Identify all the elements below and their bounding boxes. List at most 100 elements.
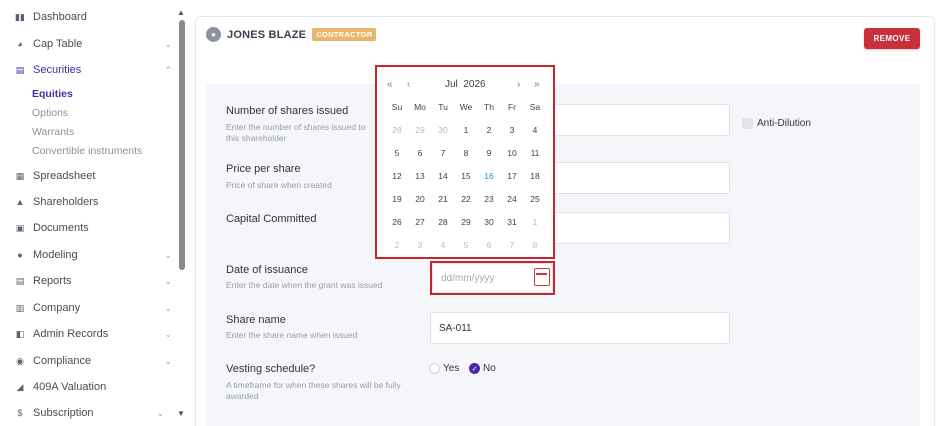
sidebar-item-modeling[interactable]: ● Modeling ⌄ xyxy=(14,245,176,265)
remove-button[interactable]: REMOVE xyxy=(864,28,920,49)
calendar-day[interactable]: 29 xyxy=(456,217,476,227)
scroll-thumb[interactable] xyxy=(179,20,185,270)
folder-icon: ▣ xyxy=(15,222,25,233)
chevron-down-icon: ⌄ xyxy=(164,249,172,260)
date-hint: Enter the date when the grant was issued xyxy=(226,280,383,290)
scroll-down-arrow-icon[interactable]: ▼ xyxy=(177,409,185,418)
calendar-day[interactable]: 4 xyxy=(433,240,453,250)
calendar-day[interactable]: 6 xyxy=(410,148,430,158)
sidebar-item-label: Company xyxy=(33,302,81,314)
sidebar-item-409a-valuation[interactable]: ◢ 409A Valuation xyxy=(14,377,176,397)
calendar-day[interactable]: 5 xyxy=(387,148,407,158)
sidebar-subitem-options[interactable]: Options xyxy=(32,107,68,119)
calendar-day[interactable]: 27 xyxy=(410,217,430,227)
calendar-day[interactable]: 2 xyxy=(387,240,407,250)
user-icon: ▲ xyxy=(15,197,25,207)
chevron-down-icon: ⌄ xyxy=(164,328,172,339)
calendar-day[interactable]: 30 xyxy=(433,125,453,135)
calendar-day[interactable]: 21 xyxy=(433,194,453,204)
card-header: ● JONES BLAZE CONTRACTOR xyxy=(206,27,377,42)
calendar-day[interactable]: 11 xyxy=(525,148,545,158)
calendar-day[interactable]: 8 xyxy=(525,240,545,250)
calendar-day[interactable]: 22 xyxy=(456,194,476,204)
calendar-day[interactable]: 2 xyxy=(479,125,499,135)
sidebar-item-shareholders[interactable]: ▲ Shareholders xyxy=(14,192,176,212)
sidebar-item-dashboard[interactable]: ▮▮ Dashboard xyxy=(14,7,176,27)
vesting-no-radio[interactable]: ✓ xyxy=(469,363,480,374)
sidebar-subitem-convertible-instruments[interactable]: Convertible instruments xyxy=(32,145,142,157)
lightbulb-icon: ● xyxy=(17,250,23,260)
sidebar-item-cap-table[interactable]: ◕ Cap Table ⌄ xyxy=(14,34,176,54)
calendar-day[interactable]: 14 xyxy=(433,171,453,181)
sidebar-scrollbar[interactable]: ▲ ▼ xyxy=(177,8,187,420)
vesting-yes-radio[interactable] xyxy=(429,363,440,374)
sidebar-item-subscription[interactable]: $ Subscription ⌄ xyxy=(14,403,176,423)
calendar-day[interactable]: 10 xyxy=(502,148,522,158)
calendar-day[interactable]: 23 xyxy=(479,194,499,204)
sidebar-item-company[interactable]: ▥ Company ⌄ xyxy=(14,298,176,318)
vesting-yes-label[interactable]: Yes xyxy=(443,363,459,374)
calendar-day[interactable]: 17 xyxy=(502,171,522,181)
calendar-day[interactable]: 28 xyxy=(433,217,453,227)
vesting-hint: A timeframe for when these shares will b… xyxy=(226,380,401,401)
sidebar-item-securities[interactable]: ▤ Securities ⌃ xyxy=(14,60,176,80)
calendar-day[interactable]: 8 xyxy=(456,148,476,158)
share-name-input[interactable]: SA-011 xyxy=(430,312,730,344)
sidebar-item-admin-records[interactable]: ◧ Admin Records ⌄ xyxy=(14,324,176,344)
calendar-day[interactable]: 31 xyxy=(502,217,522,227)
calendar-day[interactable]: 29 xyxy=(410,125,430,135)
calendar-day[interactable]: 9 xyxy=(479,148,499,158)
calendar-day[interactable]: 28 xyxy=(387,125,407,135)
calendar-day[interactable]: 13 xyxy=(410,171,430,181)
sidebar-item-compliance[interactable]: ◉ Compliance ⌄ xyxy=(14,351,176,371)
role-badge: CONTRACTOR xyxy=(312,28,377,41)
calendar-day[interactable]: 16 xyxy=(479,171,499,181)
chevron-down-icon: ⌄ xyxy=(156,407,164,418)
calendar-day[interactable]: 6 xyxy=(479,240,499,250)
sidebar-item-documents[interactable]: ▣ Documents xyxy=(14,218,176,238)
calendar-day[interactable]: 19 xyxy=(387,194,407,204)
sidebar-subitem-equities[interactable]: Equities xyxy=(32,88,73,100)
calendar-day[interactable]: 25 xyxy=(525,194,545,204)
weekday-label: Mo xyxy=(414,102,426,112)
weekday-label: Sa xyxy=(529,102,541,112)
avatar-icon: ● xyxy=(206,27,221,42)
anti-dilution-checkbox[interactable] xyxy=(742,118,753,129)
holder-name: JONES BLAZE xyxy=(227,28,307,41)
scroll-up-arrow-icon[interactable]: ▲ xyxy=(177,8,185,17)
dashboard-icon: ▮▮ xyxy=(15,11,25,22)
sidebar-item-label: Spreadsheet xyxy=(33,170,96,182)
calendar-day[interactable]: 12 xyxy=(387,171,407,181)
sidebar-item-label: Shareholders xyxy=(33,196,99,208)
calendar-day[interactable]: 18 xyxy=(525,171,545,181)
calendar-day[interactable]: 30 xyxy=(479,217,499,227)
calendar-day[interactable]: 15 xyxy=(456,171,476,181)
calendar-month: Jul xyxy=(445,79,458,90)
records-icon: ◧ xyxy=(15,328,25,339)
sidebar-item-spreadsheet[interactable]: ▦ Spreadsheet xyxy=(14,166,176,186)
chevron-up-icon: ⌃ xyxy=(164,64,172,75)
calendar-day[interactable]: 24 xyxy=(502,194,522,204)
calendar-day[interactable]: 20 xyxy=(410,194,430,204)
pie-chart-icon: ◕ xyxy=(17,39,23,49)
weekday-label: Th xyxy=(484,102,494,112)
sidebar-item-reports[interactable]: ▤ Reports ⌄ xyxy=(14,271,176,291)
calendar-day[interactable]: 7 xyxy=(433,148,453,158)
calendar-day[interactable]: 3 xyxy=(502,125,522,135)
prev-month-icon[interactable]: ‹ xyxy=(407,79,410,90)
capital-label: Capital Committed xyxy=(226,213,317,225)
calendar-month-year[interactable]: Jul 2026 xyxy=(445,79,486,90)
sidebar-subitem-warrants[interactable]: Warrants xyxy=(32,126,74,138)
calendar-day[interactable]: 7 xyxy=(502,240,522,250)
calendar-day[interactable]: 1 xyxy=(456,125,476,135)
vesting-no-label[interactable]: No xyxy=(483,363,496,374)
next-month-icon[interactable]: › xyxy=(517,79,520,90)
calendar-day[interactable]: 26 xyxy=(387,217,407,227)
calendar-day[interactable]: 5 xyxy=(456,240,476,250)
calendar-day[interactable]: 1 xyxy=(525,217,545,227)
prev-year-icon[interactable]: « xyxy=(387,79,393,90)
calendar-day[interactable]: 4 xyxy=(525,125,545,135)
next-year-icon[interactable]: » xyxy=(534,79,540,90)
price-hint: Price of share when created xyxy=(226,180,332,190)
calendar-day[interactable]: 3 xyxy=(410,240,430,250)
